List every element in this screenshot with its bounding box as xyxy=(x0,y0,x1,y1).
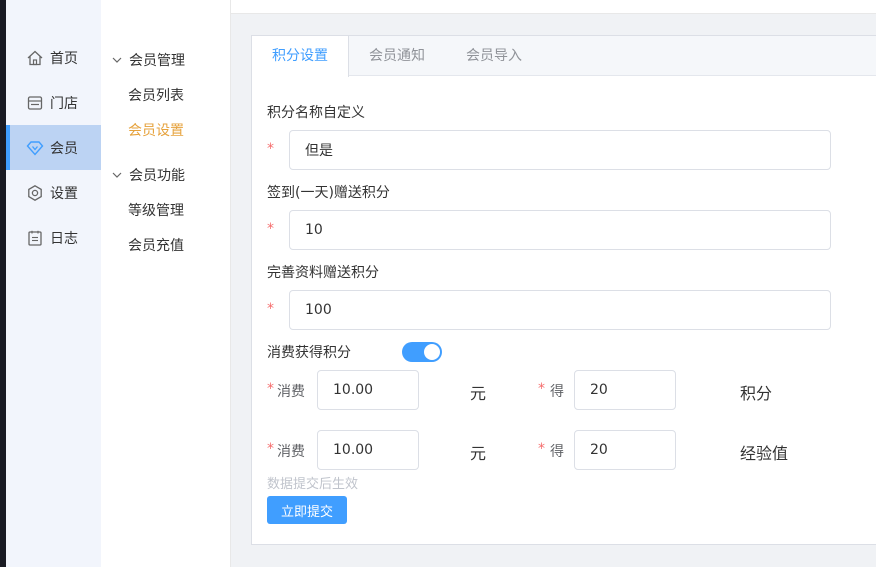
nav-active-indicator xyxy=(6,125,10,170)
spend-label: 消费 xyxy=(277,444,305,460)
log-icon xyxy=(26,229,44,247)
consume-points-label: 消费获得积分 xyxy=(267,345,351,361)
nav-item-label: 首页 xyxy=(50,50,78,67)
settings-panel: 积分设置 会员通知 会员导入 积分名称自定义 * 签到(一天)赠送积分 * 完善… xyxy=(251,35,876,545)
chevron-down-icon xyxy=(111,54,123,66)
submit-button[interactable]: 立即提交 xyxy=(267,496,347,524)
store-icon xyxy=(26,94,44,112)
submenu-item-member-recharge[interactable]: 会员充值 xyxy=(128,235,184,255)
spend-label: 消费 xyxy=(277,384,305,400)
submenu-item-member-list[interactable]: 会员列表 xyxy=(128,85,184,105)
nav-item-home[interactable]: 首页 xyxy=(6,35,101,80)
tab-bar: 积分设置 会员通知 会员导入 xyxy=(252,36,876,77)
top-bar xyxy=(231,0,876,14)
nav-item-log[interactable]: 日志 xyxy=(6,215,101,260)
diamond-icon xyxy=(26,139,44,157)
submit-hint: 数据提交后生效 xyxy=(267,477,359,492)
nav-item-label: 门店 xyxy=(50,95,78,112)
tab-member-import[interactable]: 会员导入 xyxy=(446,36,542,76)
required-mark: * xyxy=(267,301,274,317)
get-experience-input[interactable] xyxy=(574,430,676,470)
toggle-knob xyxy=(424,344,440,360)
get-label: 得 xyxy=(550,444,564,460)
profile-points-label: 完善资料赠送积分 xyxy=(267,265,379,281)
nav-item-label: 会员 xyxy=(50,140,78,157)
tab-points-settings[interactable]: 积分设置 xyxy=(252,36,349,77)
consume-points-toggle[interactable] xyxy=(402,342,442,362)
spend-amount-input[interactable] xyxy=(317,430,419,470)
required-mark: * xyxy=(267,441,274,457)
profile-points-input[interactable] xyxy=(289,290,831,330)
nav-item-label: 日志 xyxy=(50,230,78,247)
reward-unit: 积分 xyxy=(740,384,773,403)
get-label: 得 xyxy=(550,384,564,400)
settings-icon xyxy=(26,184,44,202)
nav-item-store[interactable]: 门店 xyxy=(6,80,101,125)
currency-unit: 元 xyxy=(470,444,487,463)
required-mark: * xyxy=(538,441,545,457)
get-points-input[interactable] xyxy=(574,370,676,410)
checkin-points-input[interactable] xyxy=(289,210,831,250)
tab-member-notification[interactable]: 会员通知 xyxy=(349,36,445,76)
checkin-points-label: 签到(一天)赠送积分 xyxy=(267,185,390,201)
currency-unit: 元 xyxy=(470,384,487,403)
submenu-item-member-settings[interactable]: 会员设置 xyxy=(128,120,184,140)
required-mark: * xyxy=(267,221,274,237)
submenu-group-member-management[interactable]: 会员管理 xyxy=(111,50,185,70)
nav-item-member[interactable]: 会员 xyxy=(6,125,101,170)
nav-item-label: 设置 xyxy=(50,185,78,202)
submenu-group-member-functions[interactable]: 会员功能 xyxy=(111,165,185,185)
main-nav: 首页 门店 会员 设置 日志 xyxy=(6,0,101,567)
nav-item-settings[interactable]: 设置 xyxy=(6,170,101,215)
spend-amount-input[interactable] xyxy=(317,370,419,410)
submenu-group-label: 会员管理 xyxy=(129,53,185,69)
required-mark: * xyxy=(538,381,545,397)
reward-unit: 经验值 xyxy=(740,444,789,463)
points-name-label: 积分名称自定义 xyxy=(267,105,365,121)
required-mark: * xyxy=(267,381,274,397)
required-mark: * xyxy=(267,141,274,157)
chevron-down-icon xyxy=(111,169,123,181)
home-icon xyxy=(26,49,44,67)
submenu: 会员管理 会员列表 会员设置 会员功能 等级管理 会员充值 xyxy=(101,0,231,567)
points-name-input[interactable] xyxy=(289,130,831,170)
submenu-group-label: 会员功能 xyxy=(129,168,185,184)
submenu-item-level-management[interactable]: 等级管理 xyxy=(128,200,184,220)
